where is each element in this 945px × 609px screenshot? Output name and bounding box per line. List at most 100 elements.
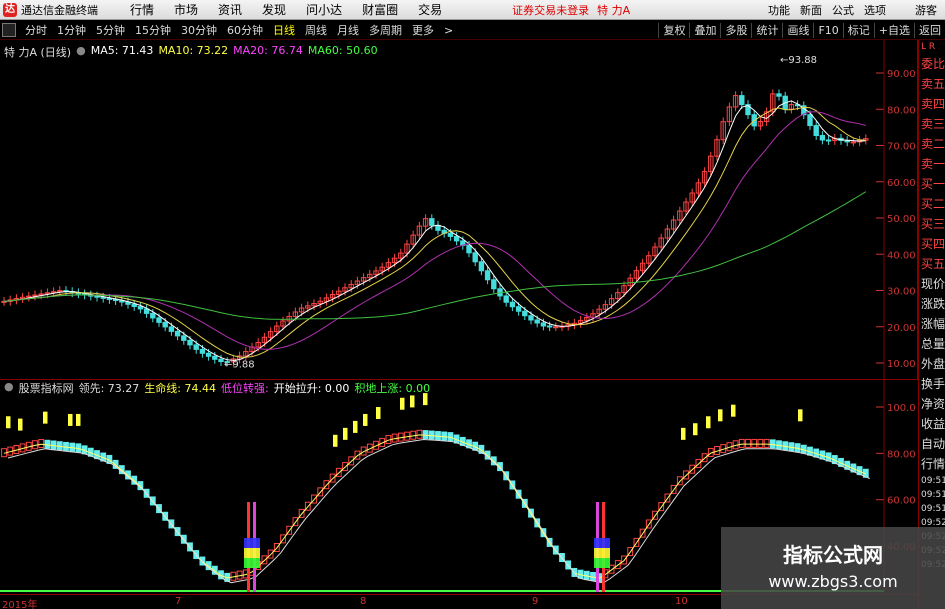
settings-icon[interactable]: ● [4,380,14,396]
side-toggle[interactable]: L R [919,40,945,54]
candle-body [546,325,553,328]
candle-body [193,344,199,350]
btn-multi-stock[interactable]: 多股 [720,23,751,38]
ind-signal-bar [798,409,803,422]
ind-signal-bar [376,407,381,419]
ind-signal-block [594,558,610,568]
date-label: 7 [175,596,182,607]
chevron-right-icon[interactable]: > [444,24,453,37]
btn-stats[interactable]: 统计 [751,23,782,38]
menu-quotes[interactable]: 行情 [130,1,154,18]
menu-ask[interactable]: 问小达 [306,1,342,18]
candle-body [205,352,212,357]
candle-body [478,261,485,272]
trade-status: 证券交易未登录 [512,3,590,17]
stock-label: 特 力A (日线) [4,46,72,59]
guest-label[interactable]: 游客 [915,2,937,18]
side-item: 现价 [921,277,945,291]
side-item: 买二 [921,197,945,211]
kline-chart[interactable]: 90.00 80.00 70.00 60.00 50.00 40.00 30.00 20.00… [0,40,918,380]
date-label: 8 [360,596,367,607]
period-5min[interactable]: 5分钟 [96,22,125,38]
candle-body [534,319,540,324]
side-item: 09:51 [921,504,945,514]
side-item: 卖四 [921,97,945,111]
ind-signal-block [594,548,610,558]
menu-news[interactable]: 资讯 [218,1,242,18]
price-label: 60.00 [887,178,916,189]
side-item: 买一 [921,177,945,191]
candle-body [491,279,497,290]
btn-overlay[interactable]: 叠加 [689,23,720,38]
period-toolbar: 分时 1分钟 5分钟 15分钟 30分钟 60分钟 日线 周线 月线 多周期 更… [0,21,945,40]
ind-signal-bar [343,427,348,440]
side-item: 09:51 [921,490,945,500]
ind-signal-bar [363,413,368,426]
date-label: 2015年 [2,600,38,609]
btn-f10[interactable]: F10 [813,23,842,38]
period-30min[interactable]: 30分钟 [181,22,217,38]
period-more[interactable]: 更多 [412,22,434,38]
period-15min[interactable]: 15分钟 [135,22,171,38]
side-item: 换手 [921,377,945,391]
btn-adjust[interactable]: 复权 [658,23,689,38]
indicator-name[interactable]: 股票指标网 [19,380,74,396]
main-legend: 特 力A (日线) ● MA5: 71.43 MA10: 73.22 MA20:… [4,44,378,60]
candle-body [553,326,559,329]
date-label: 10 [675,596,688,607]
ind-signal-block [244,538,260,548]
price-label: 70.00 [887,142,916,153]
ind-signal-bar [68,413,73,426]
ind-lifeline: 生命线: 74.44 [144,382,217,395]
period-daily[interactable]: 日线 [273,22,295,38]
candle-body [503,295,509,303]
side-item: 外盘 [921,357,945,371]
side-item: 卖五 [921,77,945,91]
menu-function[interactable]: 功能 [768,2,790,18]
period-1min[interactable]: 1分钟 [57,22,86,38]
period-monthly[interactable]: 月线 [337,22,359,38]
candle-body [199,348,206,354]
menu-formula[interactable]: 公式 [832,2,854,18]
ind-signal-bar [18,418,23,431]
menu-trade[interactable]: 交易 [418,1,442,18]
ind-bar [745,438,751,448]
settings-icon[interactable]: ● [76,44,86,60]
period-60min[interactable]: 60分钟 [227,22,263,38]
btn-add-watchlist[interactable]: +自选 [873,23,914,38]
ind-signal-bar [333,434,338,447]
ma20-line [3,111,866,350]
btn-mark[interactable]: 标记 [842,23,874,38]
candle-body [156,317,162,323]
candle-body [131,303,137,308]
menu-market[interactable]: 市场 [174,1,198,18]
menu-discover[interactable]: 发现 [262,1,286,18]
menu-options[interactable]: 选项 [864,2,886,18]
period-weekly[interactable]: 周线 [305,22,327,38]
ind-bar [422,430,429,440]
side-item: 自动 [921,437,945,451]
period-multi[interactable]: 多周期 [369,22,402,38]
candle-body [466,244,472,254]
ind-signal-bar [718,409,723,422]
period-intraday[interactable]: 分时 [25,22,47,38]
layout-icon[interactable] [2,23,16,37]
ind-bar [751,438,758,448]
ind-bar [738,438,745,448]
ma5-line [3,100,866,361]
side-item: 卖一 [921,157,945,171]
candle-body [212,355,218,360]
ma60-label: MA60: 50.60 [307,44,378,57]
candle-body [435,224,441,231]
menu-wealth[interactable]: 财富圈 [362,1,398,18]
side-item: 行情 [921,457,945,471]
btn-draw[interactable]: 画线 [782,23,813,38]
ind-signal-block [594,538,610,548]
menu-new-page[interactable]: 新面 [800,2,822,18]
ind-signal-bar [731,404,736,417]
btn-back[interactable]: 返回 [914,23,945,38]
side-item: 卖三 [921,117,945,131]
ma10-label: MA10: 73.22 [158,44,229,57]
candle-body [181,335,187,341]
candle-body [739,95,745,106]
